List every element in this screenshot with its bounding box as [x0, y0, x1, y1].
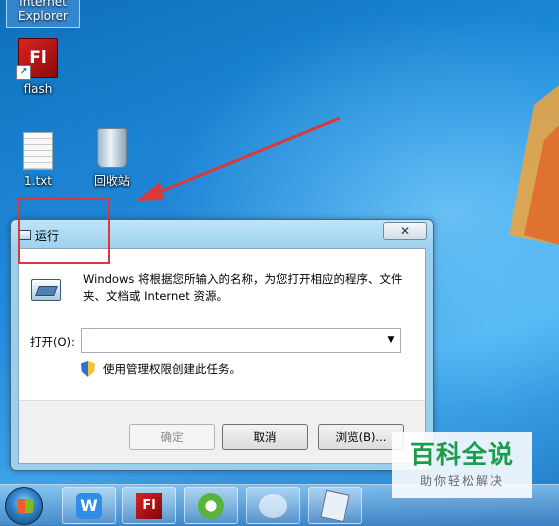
admin-note-row: 使用管理权限创建此任务。 — [81, 361, 241, 377]
notepad-icon — [320, 489, 350, 522]
chevron-down-icon[interactable]: ▼ — [385, 334, 397, 346]
recycle-bin-label: 回收站 — [93, 174, 130, 188]
flash-icon: Fl ↗ — [16, 38, 58, 80]
taskbar-app-button[interactable] — [246, 487, 300, 524]
watermark-sub: 助你轻松解决 — [419, 474, 504, 488]
flash-icon: Fl — [136, 492, 162, 519]
taskbar-flash-button[interactable]: Fl — [122, 487, 176, 524]
flash-label: flash — [23, 82, 53, 96]
internet-explorer-desktop-icon[interactable]: Internet Explorer — [6, 0, 80, 28]
ie-label-line2: Explorer — [18, 9, 68, 23]
cancel-button[interactable]: 取消 — [222, 424, 308, 450]
windows-logo-wallpaper-icon — [509, 85, 559, 245]
admin-note: 使用管理权限创建此任务。 — [103, 362, 241, 376]
taskbar-browser-button[interactable] — [184, 487, 238, 524]
start-orb-icon[interactable] — [5, 487, 43, 525]
app-ghost-icon — [259, 493, 287, 518]
txt-file-label: 1.txt — [24, 174, 52, 188]
recycle-bin-desktop-icon[interactable]: 回收站 — [76, 128, 148, 189]
ie-label-line1: Internet — [19, 0, 67, 9]
taskbar-wps-button[interactable]: W — [62, 487, 116, 524]
close-button[interactable]: ✕ — [383, 222, 427, 240]
text-file-icon — [23, 132, 53, 170]
watermark: 百科全说 助你轻松解决 — [392, 432, 532, 498]
open-combobox[interactable]: ▼ — [81, 328, 401, 353]
open-label: 打开(O): — [30, 335, 75, 349]
dialog-body: Windows 将根据您所输入的名称，为您打开相应的程序、文件夹、文档或 Int… — [18, 248, 426, 464]
wps-writer-icon: W — [76, 492, 102, 519]
close-icon: ✕ — [399, 224, 411, 238]
shortcut-arrow-icon: ↗ — [16, 65, 31, 80]
ok-button[interactable]: 确定 — [129, 424, 215, 450]
annotation-highlight-box — [18, 198, 110, 264]
recycle-bin-icon — [97, 128, 127, 168]
txt-file-desktop-icon[interactable]: 1.txt — [2, 132, 74, 188]
dialog-description: Windows 将根据您所输入的名称，为您打开相应的程序、文件夹、文档或 Int… — [83, 272, 403, 303]
browser-green-icon — [198, 492, 224, 519]
watermark-main: 百科全说 — [409, 440, 514, 469]
flash-desktop-icon[interactable]: Fl ↗ flash — [2, 38, 74, 96]
run-program-icon — [31, 279, 61, 301]
taskbar-notepad-button[interactable] — [308, 487, 362, 524]
uac-shield-icon — [81, 361, 95, 377]
